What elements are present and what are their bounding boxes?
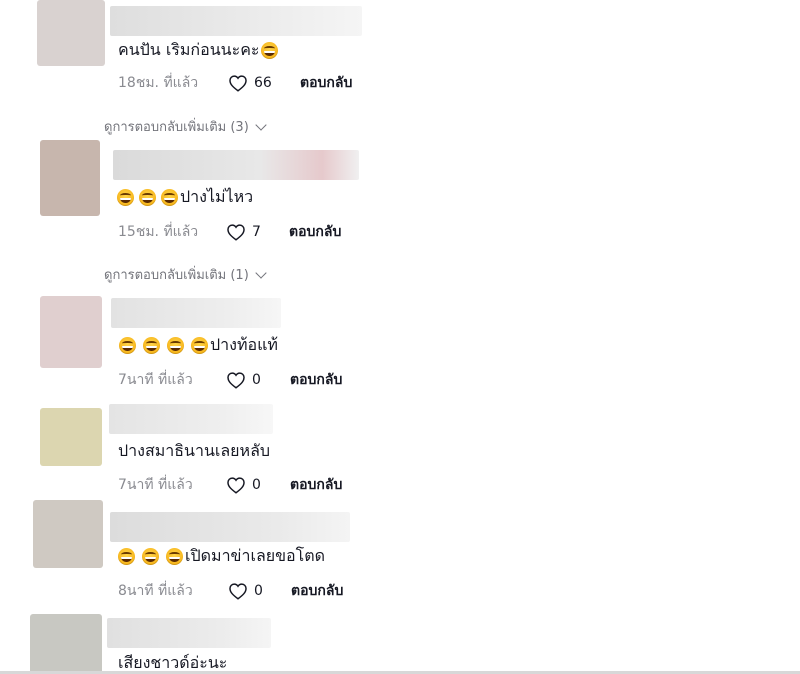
comment-text: ปางท้อแท้ [119, 335, 278, 355]
comment-time: 8นาที ที่แล้ว [118, 583, 193, 599]
comment-meta: 8นาที ที่แล้ว 0 ตอบกลับ [118, 580, 368, 602]
like-button[interactable]: 0 [228, 582, 263, 600]
like-button[interactable]: 66 [228, 74, 272, 92]
grinning-sweat-emoji-icon [166, 547, 183, 565]
grinning-sweat-emoji-icon [139, 188, 156, 206]
grinning-sweat-emoji-icon [161, 188, 178, 206]
like-count: 0 [252, 372, 261, 388]
comment-text: ปางสมาธินานเลยหลับ [118, 441, 270, 461]
comment-time: 18ชม. ที่แล้ว [118, 75, 199, 91]
heart-outline-icon [227, 224, 245, 241]
chevron-down-icon [255, 118, 267, 131]
comment-text: คนปัน เริมก่อนนะคะ [118, 40, 280, 60]
comment-meta: 18ชม. ที่แล้ว 66 ตอบกลับ [118, 72, 368, 94]
view-more-replies[interactable]: ดูการตอบกลับเพิ่มเติม (1) [104, 264, 267, 285]
grinning-sweat-emoji-icon [142, 547, 159, 565]
comment-text-body: ปางสมาธินานเลยหลับ [118, 441, 271, 460]
grinning-sweat-emoji-icon [167, 336, 184, 354]
grinning-sweat-emoji-icon [143, 336, 160, 354]
username-redacted[interactable] [107, 618, 271, 648]
heart-outline-icon [227, 372, 245, 389]
heart-outline-icon [227, 477, 245, 494]
like-button[interactable]: 7 [226, 223, 261, 241]
username-redacted[interactable] [110, 6, 362, 36]
grinning-sweat-emoji-icon [191, 336, 208, 354]
comment-text-body: เปิดมาข่าเลยขอโตด [185, 546, 326, 565]
avatar[interactable] [40, 408, 102, 466]
view-more-replies-label: ดูการตอบกลับเพิ่มเติม (3) [104, 120, 249, 135]
comment-time: 15ชม. ที่แล้ว [118, 224, 199, 240]
comment-text-body: ปางไม่ไหว [180, 187, 254, 206]
avatar[interactable] [37, 0, 105, 66]
username-redacted[interactable] [110, 512, 350, 542]
reply-button[interactable]: ตอบกลับ [290, 474, 342, 496]
comment-time: 7นาที ที่แล้ว [118, 372, 193, 388]
view-more-replies[interactable]: ดูการตอบกลับเพิ่มเติม (3) [104, 116, 267, 137]
comment-text-body: ปางท้อแท้ [210, 335, 278, 354]
grinning-sweat-emoji-icon [260, 41, 278, 59]
username-redacted[interactable] [113, 150, 359, 180]
like-button[interactable]: 0 [226, 371, 261, 389]
heart-outline-icon [229, 583, 247, 600]
comment-text: เสียงชาวด์อ่ะนะ [118, 653, 227, 673]
grinning-sweat-emoji-icon [117, 188, 134, 206]
reply-button[interactable]: ตอบกลับ [291, 580, 343, 602]
avatar[interactable] [33, 500, 103, 568]
avatar[interactable] [30, 614, 102, 674]
grinning-sweat-emoji-icon [118, 547, 135, 565]
reply-button[interactable]: ตอบกลับ [290, 369, 342, 391]
comment-text-body: เสียงชาวด์อ่ะนะ [118, 653, 228, 672]
avatar[interactable] [40, 140, 100, 216]
like-count: 0 [254, 583, 263, 599]
username-redacted[interactable] [109, 404, 273, 434]
chevron-down-icon [255, 266, 267, 279]
comment-meta: 15ชม. ที่แล้ว 7 ตอบกลับ [118, 221, 368, 243]
view-more-replies-label: ดูการตอบกลับเพิ่มเติม (1) [104, 268, 249, 283]
like-button[interactable]: 0 [226, 476, 261, 494]
reply-button[interactable]: ตอบกลับ [300, 72, 352, 94]
username-redacted[interactable] [111, 298, 281, 328]
comment-meta: 7นาที ที่แล้ว 0 ตอบกลับ [118, 369, 368, 391]
reply-button[interactable]: ตอบกลับ [289, 221, 341, 243]
comment-text: เปิดมาข่าเลยขอโตด [118, 546, 325, 566]
comment-text-body: คนปัน เริมก่อนนะคะ [118, 40, 260, 59]
comment-meta: 7นาที ที่แล้ว 0 ตอบกลับ [118, 474, 368, 496]
comment-time: 7นาที ที่แล้ว [118, 477, 193, 493]
avatar[interactable] [40, 296, 102, 368]
grinning-sweat-emoji-icon [119, 336, 136, 354]
like-count: 7 [252, 224, 261, 240]
heart-outline-icon [229, 75, 247, 92]
like-count: 66 [254, 75, 272, 91]
like-count: 0 [252, 477, 261, 493]
comment-text: ปางไม่ไหว [117, 187, 253, 207]
